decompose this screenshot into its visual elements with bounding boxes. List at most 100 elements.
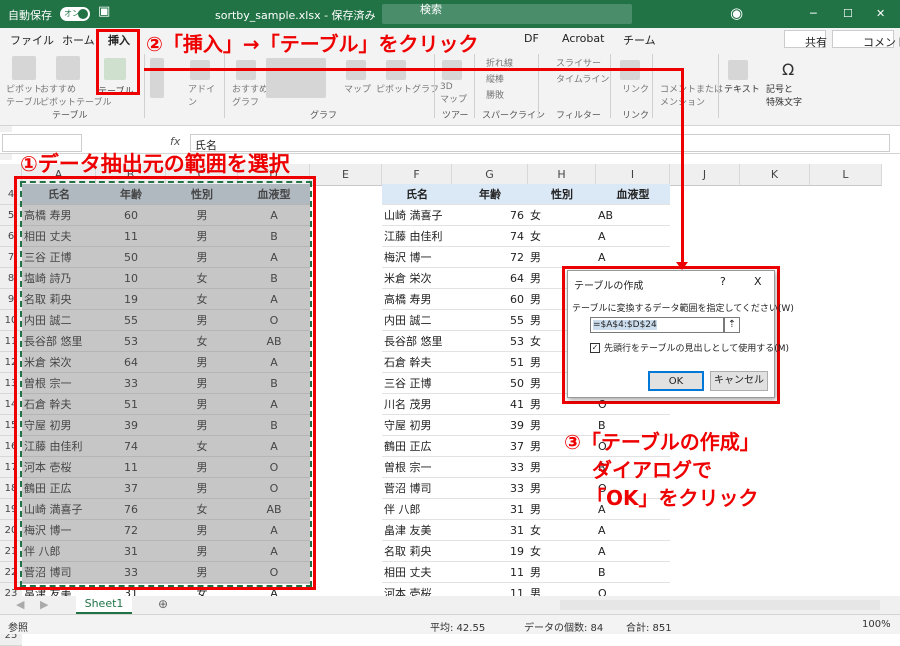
header-row-checkbox[interactable]: ✓ — [590, 343, 600, 353]
close-icon[interactable]: ✕ — [876, 7, 885, 20]
table-cell[interactable]: 19 — [452, 541, 528, 562]
table-cell[interactable]: 菅沼 博司 — [382, 478, 452, 499]
table-cell[interactable]: 米倉 栄次 — [382, 268, 452, 289]
table-cell[interactable]: 男 — [528, 247, 596, 268]
table-header-cell[interactable]: 年齢 — [452, 184, 528, 205]
table-cell[interactable]: A — [596, 541, 670, 562]
horizontal-scrollbar[interactable] — [560, 600, 880, 610]
dialog-help-icon[interactable]: ? — [720, 275, 726, 288]
table-cell[interactable]: A — [596, 226, 670, 247]
table-cell[interactable]: 鶴田 正広 — [382, 436, 452, 457]
symbol-icon[interactable]: Ω — [782, 60, 794, 79]
save-icon[interactable]: ▣ — [98, 4, 110, 19]
column-header[interactable]: G — [452, 164, 528, 186]
table-cell[interactable]: 72 — [452, 247, 528, 268]
maximize-icon[interactable]: ☐ — [843, 7, 853, 20]
table-cell[interactable]: 64 — [452, 268, 528, 289]
illustrations-icon[interactable] — [150, 58, 164, 98]
table-cell[interactable]: 女 — [528, 520, 596, 541]
table-cell[interactable]: 女 — [528, 226, 596, 247]
table-cell[interactable]: 名取 莉央 — [382, 541, 452, 562]
tab-team[interactable]: チーム — [623, 32, 656, 48]
column-header[interactable]: E — [310, 164, 382, 186]
tab-file[interactable]: ファイル — [10, 32, 54, 48]
search-label: 検索 — [420, 3, 442, 16]
table-cell[interactable]: 相田 丈夫 — [382, 562, 452, 583]
table-cell[interactable]: 39 — [452, 415, 528, 436]
table-cell[interactable]: 守屋 初男 — [382, 415, 452, 436]
text-icon[interactable] — [728, 60, 748, 80]
autosave-toggle[interactable]: オン — [60, 7, 90, 21]
table-cell[interactable]: 伴 八郎 — [382, 499, 452, 520]
pivot-table-icon[interactable] — [12, 56, 36, 80]
table-cell[interactable]: 55 — [452, 310, 528, 331]
table-cell[interactable]: 山崎 満喜子 — [382, 205, 452, 226]
tab-acrobat[interactable]: Acrobat — [562, 32, 604, 45]
table-cell[interactable]: 33 — [452, 478, 528, 499]
sheet-tab-sheet1[interactable]: Sheet1 — [76, 596, 132, 614]
table-cell[interactable]: 女 — [528, 205, 596, 226]
table-cell[interactable]: 74 — [452, 226, 528, 247]
table-cell[interactable]: B — [596, 562, 670, 583]
table-header-cell[interactable]: 性別 — [528, 184, 596, 205]
column-header[interactable]: K — [740, 164, 810, 186]
table-cell[interactable]: 江藤 由佳利 — [382, 226, 452, 247]
table-cell[interactable]: 三谷 正博 — [382, 373, 452, 394]
column-header[interactable]: L — [810, 164, 882, 186]
range-collapse-icon[interactable]: ⇡ — [724, 317, 740, 333]
dialog-close-icon[interactable]: X — [754, 275, 762, 288]
column-header[interactable]: H — [528, 164, 596, 186]
tab-home[interactable]: ホーム — [62, 32, 95, 48]
formula-input[interactable]: 氏名 — [190, 134, 890, 152]
search-box[interactable]: 検索 — [382, 3, 632, 24]
table-cell[interactable]: 内田 誠二 — [382, 310, 452, 331]
table-cell[interactable]: 石倉 幹夫 — [382, 352, 452, 373]
table-cell[interactable]: 50 — [452, 373, 528, 394]
table-cell[interactable]: 長谷部 悠里 — [382, 331, 452, 352]
range-input[interactable]: =$A$4:$D$24 — [590, 317, 724, 333]
tab-pdf[interactable]: DF — [524, 32, 539, 45]
table-cell[interactable]: AB — [596, 205, 670, 226]
table-cell[interactable]: 53 — [452, 331, 528, 352]
sparkline-winloss-label[interactable]: 勝敗 — [486, 88, 504, 101]
table-header-cell[interactable]: 血液型 — [596, 184, 670, 205]
table-cell[interactable]: 76 — [452, 205, 528, 226]
table-cell[interactable]: 高橋 寿男 — [382, 289, 452, 310]
symbols-label: 記号と 特殊文字 — [766, 85, 803, 108]
table-cell[interactable]: 11 — [452, 562, 528, 583]
minimize-icon[interactable]: ─ — [810, 7, 817, 20]
table-cell[interactable]: 41 — [452, 394, 528, 415]
comment-button[interactable]: コメント — [832, 30, 900, 49]
table-cell[interactable]: 女 — [528, 541, 596, 562]
table-cell[interactable]: 51 — [452, 352, 528, 373]
table-cell[interactable]: 川名 茂男 — [382, 394, 452, 415]
recommended-pivot-icon[interactable] — [56, 56, 80, 80]
table-cell[interactable]: 37 — [452, 436, 528, 457]
table-cell[interactable]: 曽根 宗一 — [382, 457, 452, 478]
next-sheet-icon[interactable]: ▶ — [40, 598, 48, 611]
table-cell[interactable]: A — [596, 247, 670, 268]
timeline-label[interactable]: タイムライン — [556, 72, 609, 85]
cancel-button[interactable]: キャンセル — [710, 371, 768, 391]
table-cell[interactable]: A — [596, 520, 670, 541]
add-sheet-icon[interactable]: ⊕ — [158, 597, 168, 611]
table-cell[interactable]: 31 — [452, 499, 528, 520]
table-cell[interactable]: 男 — [528, 457, 596, 478]
table-header-cell[interactable]: 氏名 — [382, 184, 452, 205]
ok-button[interactable]: OK — [648, 371, 704, 391]
share-button[interactable]: 共有 — [784, 30, 827, 49]
table-cell[interactable]: 梅沢 博一 — [382, 247, 452, 268]
prev-sheet-icon[interactable]: ◀ — [16, 598, 24, 611]
table-cell[interactable]: 31 — [452, 520, 528, 541]
table-cell[interactable]: 60 — [452, 289, 528, 310]
comment-mention-label[interactable]: コメントまたは メンション — [660, 82, 723, 108]
table-cell[interactable]: 33 — [452, 457, 528, 478]
column-header[interactable]: F — [382, 164, 452, 186]
account-icon[interactable]: ◉ — [730, 4, 743, 22]
table-cell[interactable]: 男 — [528, 562, 596, 583]
pivotchart-label: ピボットグラフ — [376, 85, 440, 95]
table-cell[interactable]: 畠津 友美 — [382, 520, 452, 541]
sparkline-column-label[interactable]: 縦棒 — [486, 72, 504, 85]
column-header[interactable]: I — [596, 164, 670, 186]
chart-types-icon[interactable] — [266, 58, 326, 98]
